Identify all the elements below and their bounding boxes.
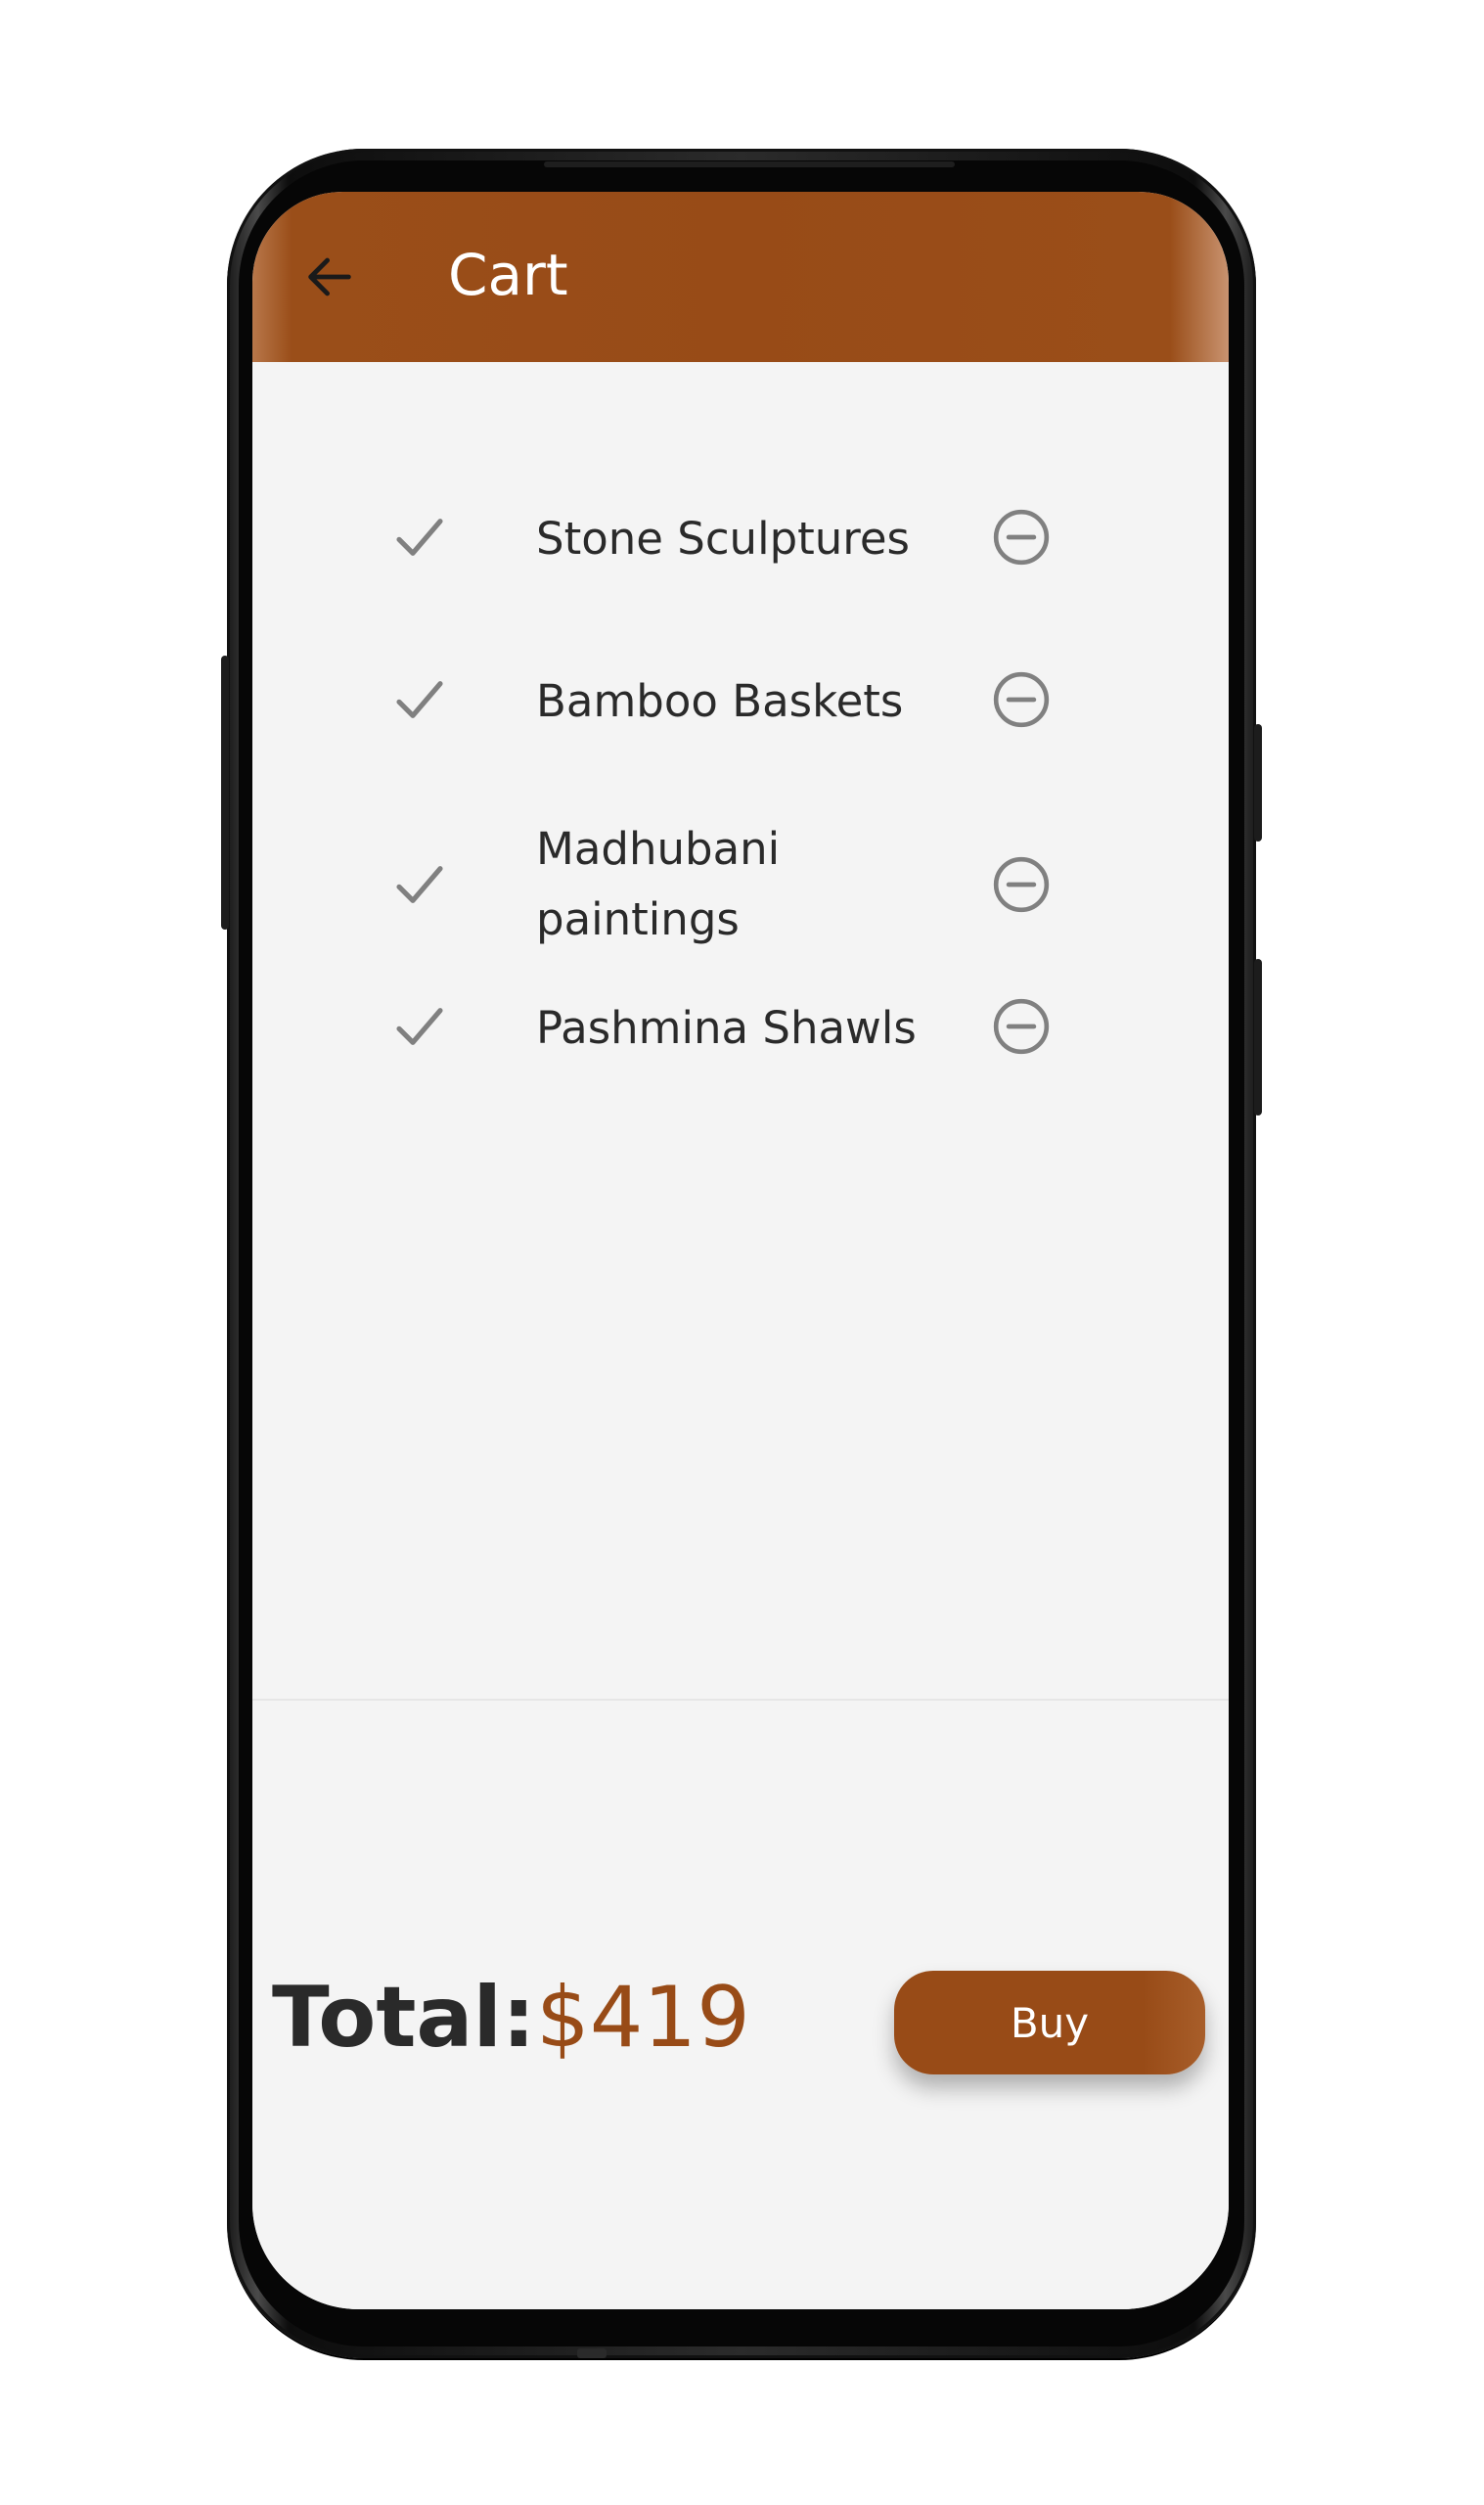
- cart-item-madhubani-paintings: Madhubani paintings: [336, 800, 1163, 969]
- cart-item-pashmina-shawls: Pashmina Shawls: [336, 965, 1163, 1092]
- checkmark-icon: [396, 1008, 443, 1045]
- stage: Cart Stone Sculptures Bamboo Baskets Mad…: [0, 0, 1484, 2505]
- phone-screen: Cart Stone Sculptures Bamboo Baskets Mad…: [252, 192, 1229, 2309]
- minus-circle-icon[interactable]: [991, 507, 1052, 568]
- minus-circle-icon[interactable]: [991, 854, 1052, 915]
- cart-item-bamboo-baskets: Bamboo Baskets: [336, 638, 1163, 765]
- cart-item-name: Bamboo Baskets: [536, 675, 904, 727]
- checkmark-icon: [396, 681, 443, 718]
- cart-item-name: Pashmina Shawls: [536, 1002, 917, 1054]
- volume-button: [221, 656, 229, 930]
- checkmark-icon: [396, 519, 443, 556]
- app-bar: Cart: [252, 192, 1229, 362]
- total-label: Total:: [272, 1969, 536, 2067]
- total-value: $419: [536, 1969, 750, 2067]
- charging-port: [577, 2348, 607, 2358]
- cart-item-stone-sculptures: Stone Sculptures: [336, 476, 1163, 603]
- arrow-left-icon[interactable]: [301, 249, 358, 305]
- cart-item-name: Madhubani paintings: [536, 823, 781, 945]
- minus-circle-icon[interactable]: [991, 669, 1052, 730]
- earpiece-speaker: [544, 161, 955, 167]
- power-button-upper: [1254, 724, 1262, 842]
- power-button-lower: [1254, 959, 1262, 1116]
- minus-circle-icon[interactable]: [991, 996, 1052, 1057]
- buy-button[interactable]: Buy: [894, 1971, 1205, 2074]
- checkmark-icon: [396, 866, 443, 903]
- cart-list: Stone Sculptures Bamboo Baskets Madhuban…: [336, 362, 1163, 1699]
- divider: [252, 1699, 1229, 1701]
- page-title: Cart: [448, 242, 568, 308]
- cart-item-name: Stone Sculptures: [536, 513, 910, 565]
